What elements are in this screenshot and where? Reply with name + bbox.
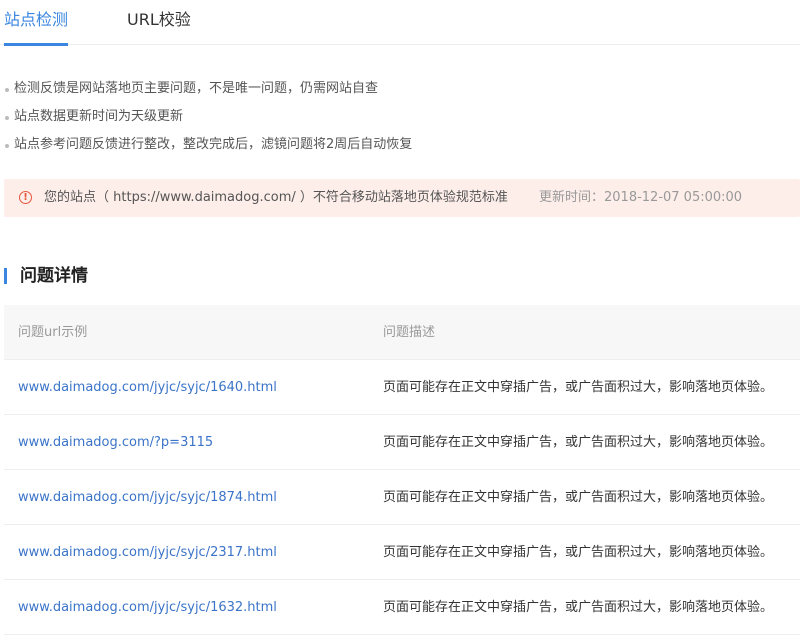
table-row: www.daimadog.com/jyjc/syjc/1632.html 页面可… — [4, 580, 800, 635]
issue-description: 页面可能存在正文中穿插广告，或广告面积过大，影响落地页体验。 — [383, 380, 774, 395]
table-header: 问题url示例 问题描述 — [4, 305, 800, 360]
warning-alert: ! 您的站点（ https://www.daimadog.com/ ）不符合移动… — [4, 179, 800, 217]
tab-url-check[interactable]: URL校验 — [127, 0, 191, 45]
issue-url-link[interactable]: www.daimadog.com/?p=3115 — [18, 415, 213, 470]
column-header-desc: 问题描述 — [383, 325, 436, 340]
tab-site-check[interactable]: 站点检测 — [4, 0, 68, 46]
note-text: 检测反馈是网站落地页主要问题，不是唯一问题，仍需网站自查 — [14, 81, 379, 96]
note-item: 站点数据更新时间为天级更新 — [5, 106, 412, 134]
note-text: 站点参考问题反馈进行整改，整改完成后，滤镜问题将2周后自动恢复 — [14, 137, 413, 152]
table-row: www.daimadog.com/jyjc/syjc/1874.html 页面可… — [4, 470, 800, 525]
issue-url-link[interactable]: www.daimadog.com/jyjc/syjc/2317.html — [18, 525, 277, 580]
column-header-url: 问题url示例 — [18, 325, 88, 340]
bullet-dot-icon — [5, 88, 9, 92]
issue-url-link[interactable]: www.daimadog.com/jyjc/syjc/1874.html — [18, 470, 277, 525]
issue-url-link[interactable]: www.daimadog.com/jyjc/syjc/1632.html — [18, 580, 277, 635]
tab-bar: 站点检测 URL校验 — [0, 0, 800, 46]
notes-list: 检测反馈是网站落地页主要问题，不是唯一问题，仍需网站自查 站点数据更新时间为天级… — [5, 78, 412, 162]
issue-description: 页面可能存在正文中穿插广告，或广告面积过大，影响落地页体验。 — [383, 545, 774, 560]
table-row: www.daimadog.com/?p=3115 页面可能存在正文中穿插广告，或… — [4, 415, 800, 470]
alert-message: 您的站点（ https://www.daimadog.com/ ）不符合移动站落… — [44, 190, 508, 205]
issues-table: 问题url示例 问题描述 www.daimadog.com/jyjc/syjc/… — [4, 305, 800, 635]
issue-description: 页面可能存在正文中穿插广告，或广告面积过大，影响落地页体验。 — [383, 490, 774, 505]
note-text: 站点数据更新时间为天级更新 — [14, 109, 184, 124]
issue-description: 页面可能存在正文中穿插广告，或广告面积过大，影响落地页体验。 — [383, 600, 774, 615]
issue-description: 页面可能存在正文中穿插广告，或广告面积过大，影响落地页体验。 — [383, 435, 774, 450]
bullet-dot-icon — [5, 144, 9, 148]
section-title: 问题详情 — [20, 266, 88, 286]
table-row: www.daimadog.com/jyjc/syjc/2317.html 页面可… — [4, 525, 800, 580]
table-row: www.daimadog.com/jyjc/syjc/1640.html 页面可… — [4, 360, 800, 415]
warning-icon: ! — [19, 191, 32, 204]
note-item: 检测反馈是网站落地页主要问题，不是唯一问题，仍需网站自查 — [5, 78, 412, 106]
issue-url-link[interactable]: www.daimadog.com/jyjc/syjc/1640.html — [18, 360, 277, 415]
section-accent-bar — [4, 268, 7, 284]
note-item: 站点参考问题反馈进行整改，整改完成后，滤镜问题将2周后自动恢复 — [5, 134, 412, 162]
bullet-dot-icon — [5, 116, 9, 120]
alert-update-time: 更新时间：2018-12-07 05:00:00 — [539, 190, 743, 205]
